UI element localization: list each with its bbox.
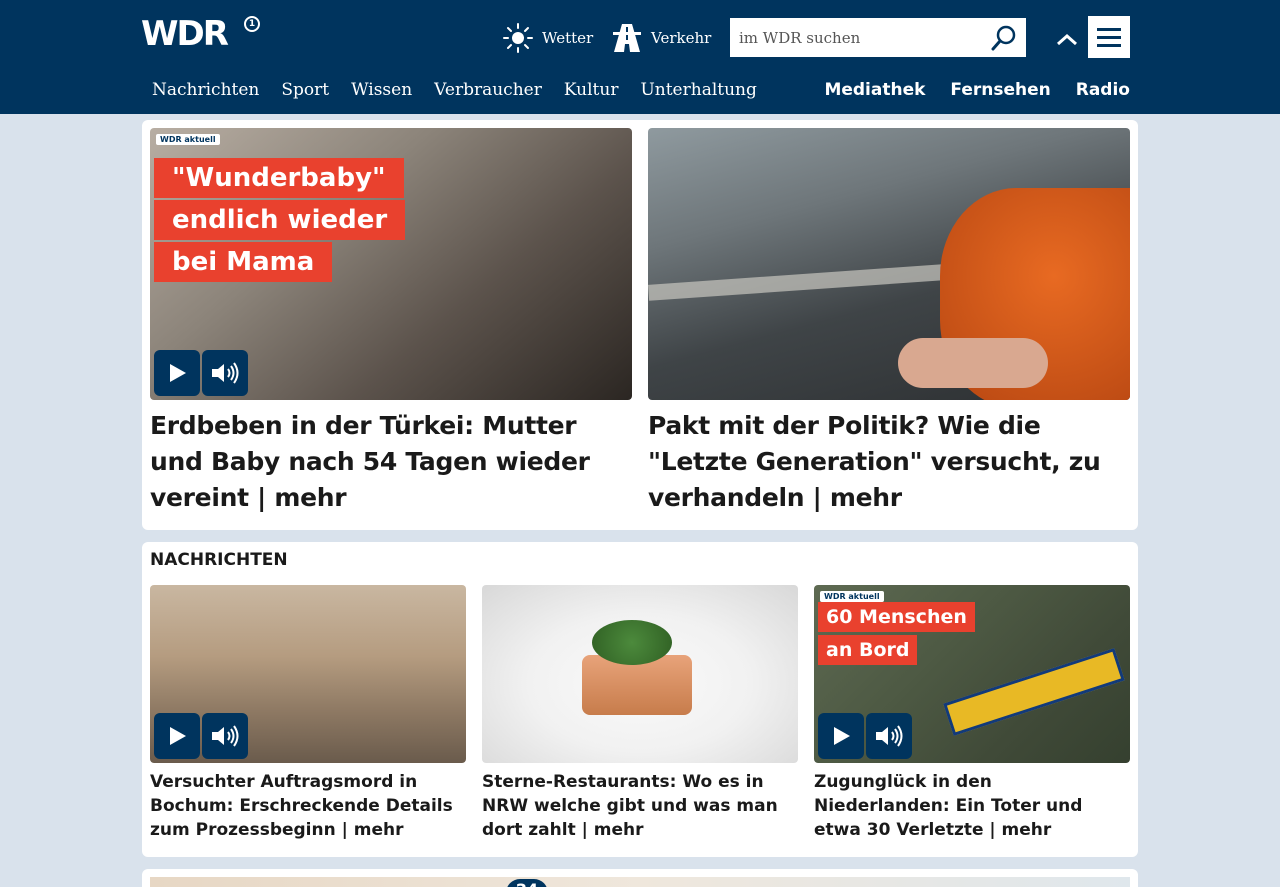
- nav-nachrichten[interactable]: Nachrichten: [152, 80, 259, 100]
- speaker-icon[interactable]: [202, 350, 248, 396]
- teaser-title[interactable]: Versuchter Auftragsmord in Bochum: Ersch…: [150, 770, 466, 842]
- search-input[interactable]: [730, 18, 980, 57]
- news-panel: NACHRICHTEN Versuchter Auftragsmord in B…: [142, 542, 1138, 857]
- overlay-line: endlich wieder: [154, 200, 406, 240]
- overlay-line: bei Mama: [154, 242, 333, 282]
- verkehr-link[interactable]: Verkehr: [611, 20, 711, 56]
- teaser-title[interactable]: Zugunglück in den Niederlanden: Ein Tote…: [814, 770, 1130, 842]
- play-icon[interactable]: [154, 350, 200, 396]
- media-buttons: [818, 713, 912, 759]
- teaser-bochum[interactable]: Versuchter Auftragsmord in Bochum: Ersch…: [150, 585, 466, 842]
- search-box: [730, 18, 1026, 57]
- hamburger-icon[interactable]: [1088, 16, 1130, 58]
- teaser-image[interactable]: [482, 585, 798, 763]
- teaser-title[interactable]: Pakt mit der Politik? Wie die "Letzte Ge…: [648, 408, 1130, 516]
- top-teaser-panel: WDR aktuell "Wunderbaby" endlich wieder …: [142, 120, 1138, 530]
- teaser-wunderbaby[interactable]: WDR aktuell "Wunderbaby" endlich wieder …: [150, 128, 632, 516]
- wdr-logo[interactable]: WDR 1: [141, 15, 261, 53]
- nav-unterhaltung[interactable]: Unterhaltung: [640, 80, 756, 100]
- teaser-image[interactable]: [150, 585, 466, 763]
- nav-wissen[interactable]: Wissen: [351, 80, 412, 100]
- speaker-icon[interactable]: [866, 713, 912, 759]
- nav-verbraucher[interactable]: Verbraucher: [434, 80, 542, 100]
- teaser-title[interactable]: Erdbeben in der Türkei: Mutter und Baby …: [150, 408, 632, 516]
- map-badge: 24: [506, 879, 548, 887]
- magnifier-icon[interactable]: [990, 24, 1018, 52]
- wetter-label: Wetter: [542, 29, 594, 47]
- nav-fernsehen[interactable]: Fernsehen: [950, 80, 1050, 100]
- logo-text: WDR: [141, 14, 229, 54]
- teaser-zugunglueck[interactable]: WDR aktuell 60 Menschen an Bord Zugunglü…: [814, 585, 1130, 842]
- teaser-letzte-generation[interactable]: Pakt mit der Politik? Wie die "Letzte Ge…: [648, 128, 1130, 516]
- wdr-aktuell-badge: WDR aktuell: [156, 134, 220, 145]
- media-buttons: [154, 713, 248, 759]
- site-header: WDR 1 Wetter Verkehr im WDR suchen Nachr…: [0, 0, 1280, 114]
- road-icon: [611, 22, 643, 54]
- verkehr-label: Verkehr: [651, 29, 712, 47]
- teaser-image[interactable]: [648, 128, 1130, 400]
- teaser-title[interactable]: Sterne-Restaurants: Wo es in NRW welche …: [482, 770, 798, 842]
- nav-sport[interactable]: Sport: [281, 80, 329, 100]
- teaser-image[interactable]: WDR aktuell "Wunderbaby" endlich wieder …: [150, 128, 632, 400]
- overlay-line: "Wunderbaby": [154, 158, 404, 198]
- overlay-line: an Bord: [818, 635, 918, 665]
- speaker-icon[interactable]: [202, 713, 248, 759]
- main-nav: Nachrichten Sport Wissen Verbraucher Kul…: [152, 80, 779, 100]
- nav-radio[interactable]: Radio: [1076, 80, 1130, 100]
- media-nav: Mediathek Fernsehen Radio: [799, 80, 1130, 100]
- chevron-up-icon[interactable]: [1054, 26, 1080, 52]
- map-teaser-panel: 24: [142, 869, 1138, 887]
- media-buttons: [154, 350, 248, 396]
- section-title[interactable]: NACHRICHTEN: [150, 550, 288, 570]
- play-icon[interactable]: [818, 713, 864, 759]
- wetter-link[interactable]: Wetter: [502, 20, 593, 56]
- nav-mediathek[interactable]: Mediathek: [824, 80, 925, 100]
- play-icon[interactable]: [154, 713, 200, 759]
- logo-badge: 1: [244, 16, 260, 32]
- map-image[interactable]: 24: [150, 877, 1130, 887]
- teaser-image[interactable]: WDR aktuell 60 Menschen an Bord: [814, 585, 1130, 763]
- teaser-sterne-restaurants[interactable]: Sterne-Restaurants: Wo es in NRW welche …: [482, 585, 798, 842]
- wdr-aktuell-badge: WDR aktuell: [820, 591, 884, 602]
- overlay-line: 60 Menschen: [818, 602, 975, 632]
- sun-icon: [502, 22, 534, 54]
- nav-kultur[interactable]: Kultur: [564, 80, 619, 100]
